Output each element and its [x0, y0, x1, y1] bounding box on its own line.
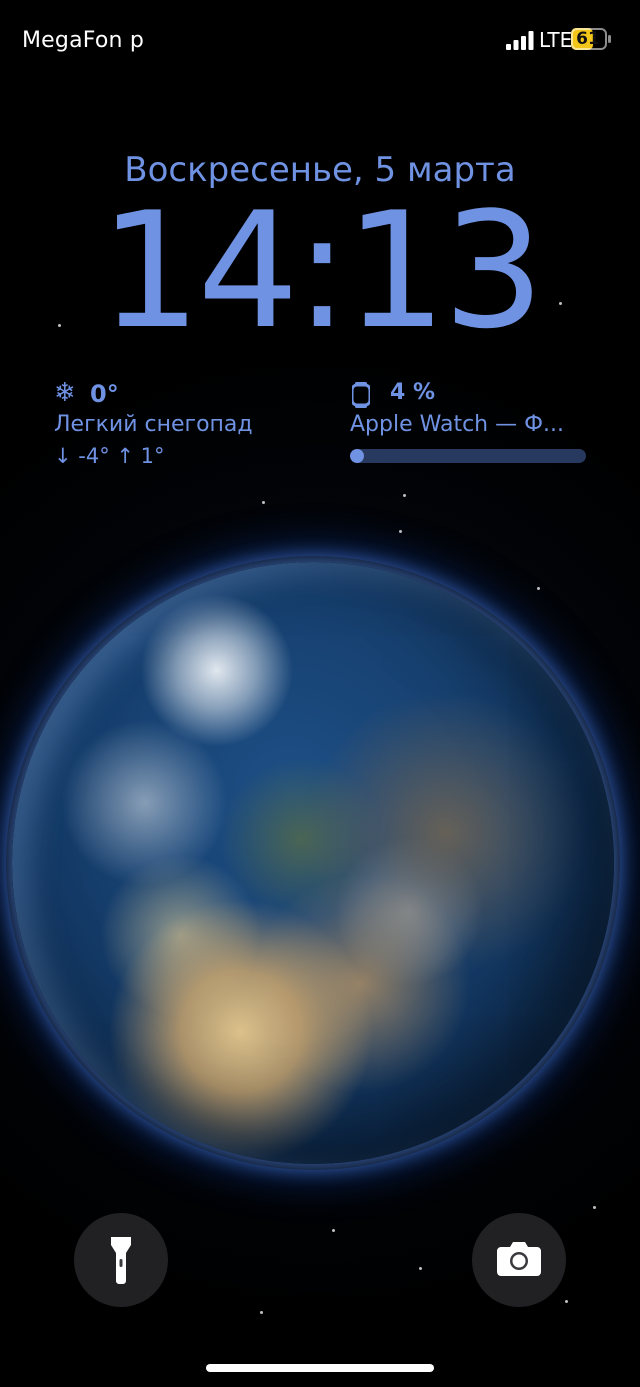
camera-icon — [497, 1242, 541, 1276]
flashlight-button[interactable] — [74, 1213, 168, 1307]
watch-battery-percent: 4 % — [390, 380, 436, 405]
apple-watch-icon — [352, 382, 370, 408]
watch-battery-widget[interactable]: 4 % Apple Watch — Ф... — [350, 378, 590, 478]
camera-button[interactable] — [472, 1213, 566, 1307]
lock-screen: MegaFon p LTE 61 Воскресенье, 5 марта 14… — [0, 0, 640, 1387]
earth-wallpaper — [12, 562, 614, 1164]
star — [262, 501, 265, 504]
flashlight-icon — [111, 1237, 131, 1284]
weather-condition: Легкий снегопад — [54, 412, 253, 437]
battery-icon: 61 — [571, 28, 611, 50]
weather-range: ↓ -4° ↑ 1° — [54, 444, 165, 468]
watch-battery-bar-fill — [350, 449, 364, 463]
status-bar: MegaFon p LTE 61 — [0, 0, 640, 80]
lock-time: 14:13 — [99, 177, 544, 364]
home-indicator[interactable] — [206, 1364, 434, 1372]
cellular-signal-icon — [506, 31, 534, 50]
star — [537, 587, 540, 590]
star — [332, 1229, 335, 1232]
battery-nub — [608, 35, 611, 43]
star — [419, 1267, 422, 1270]
weather-widget[interactable]: ❄ 0° Легкий снегопад ↓ -4° ↑ 1° — [54, 378, 324, 478]
star — [565, 1300, 568, 1303]
watch-battery-bar — [350, 449, 586, 463]
network-type: LTE — [539, 28, 573, 52]
carrier-name: MegaFon p — [22, 28, 144, 53]
star — [403, 494, 406, 497]
star — [260, 1311, 263, 1314]
battery-level: 61 — [576, 29, 600, 49]
star — [399, 530, 402, 533]
watch-device-name: Apple Watch — Ф... — [350, 412, 565, 437]
snowflake-icon: ❄ — [54, 378, 76, 408]
star — [593, 1206, 596, 1209]
weather-temperature: 0° — [90, 380, 119, 408]
